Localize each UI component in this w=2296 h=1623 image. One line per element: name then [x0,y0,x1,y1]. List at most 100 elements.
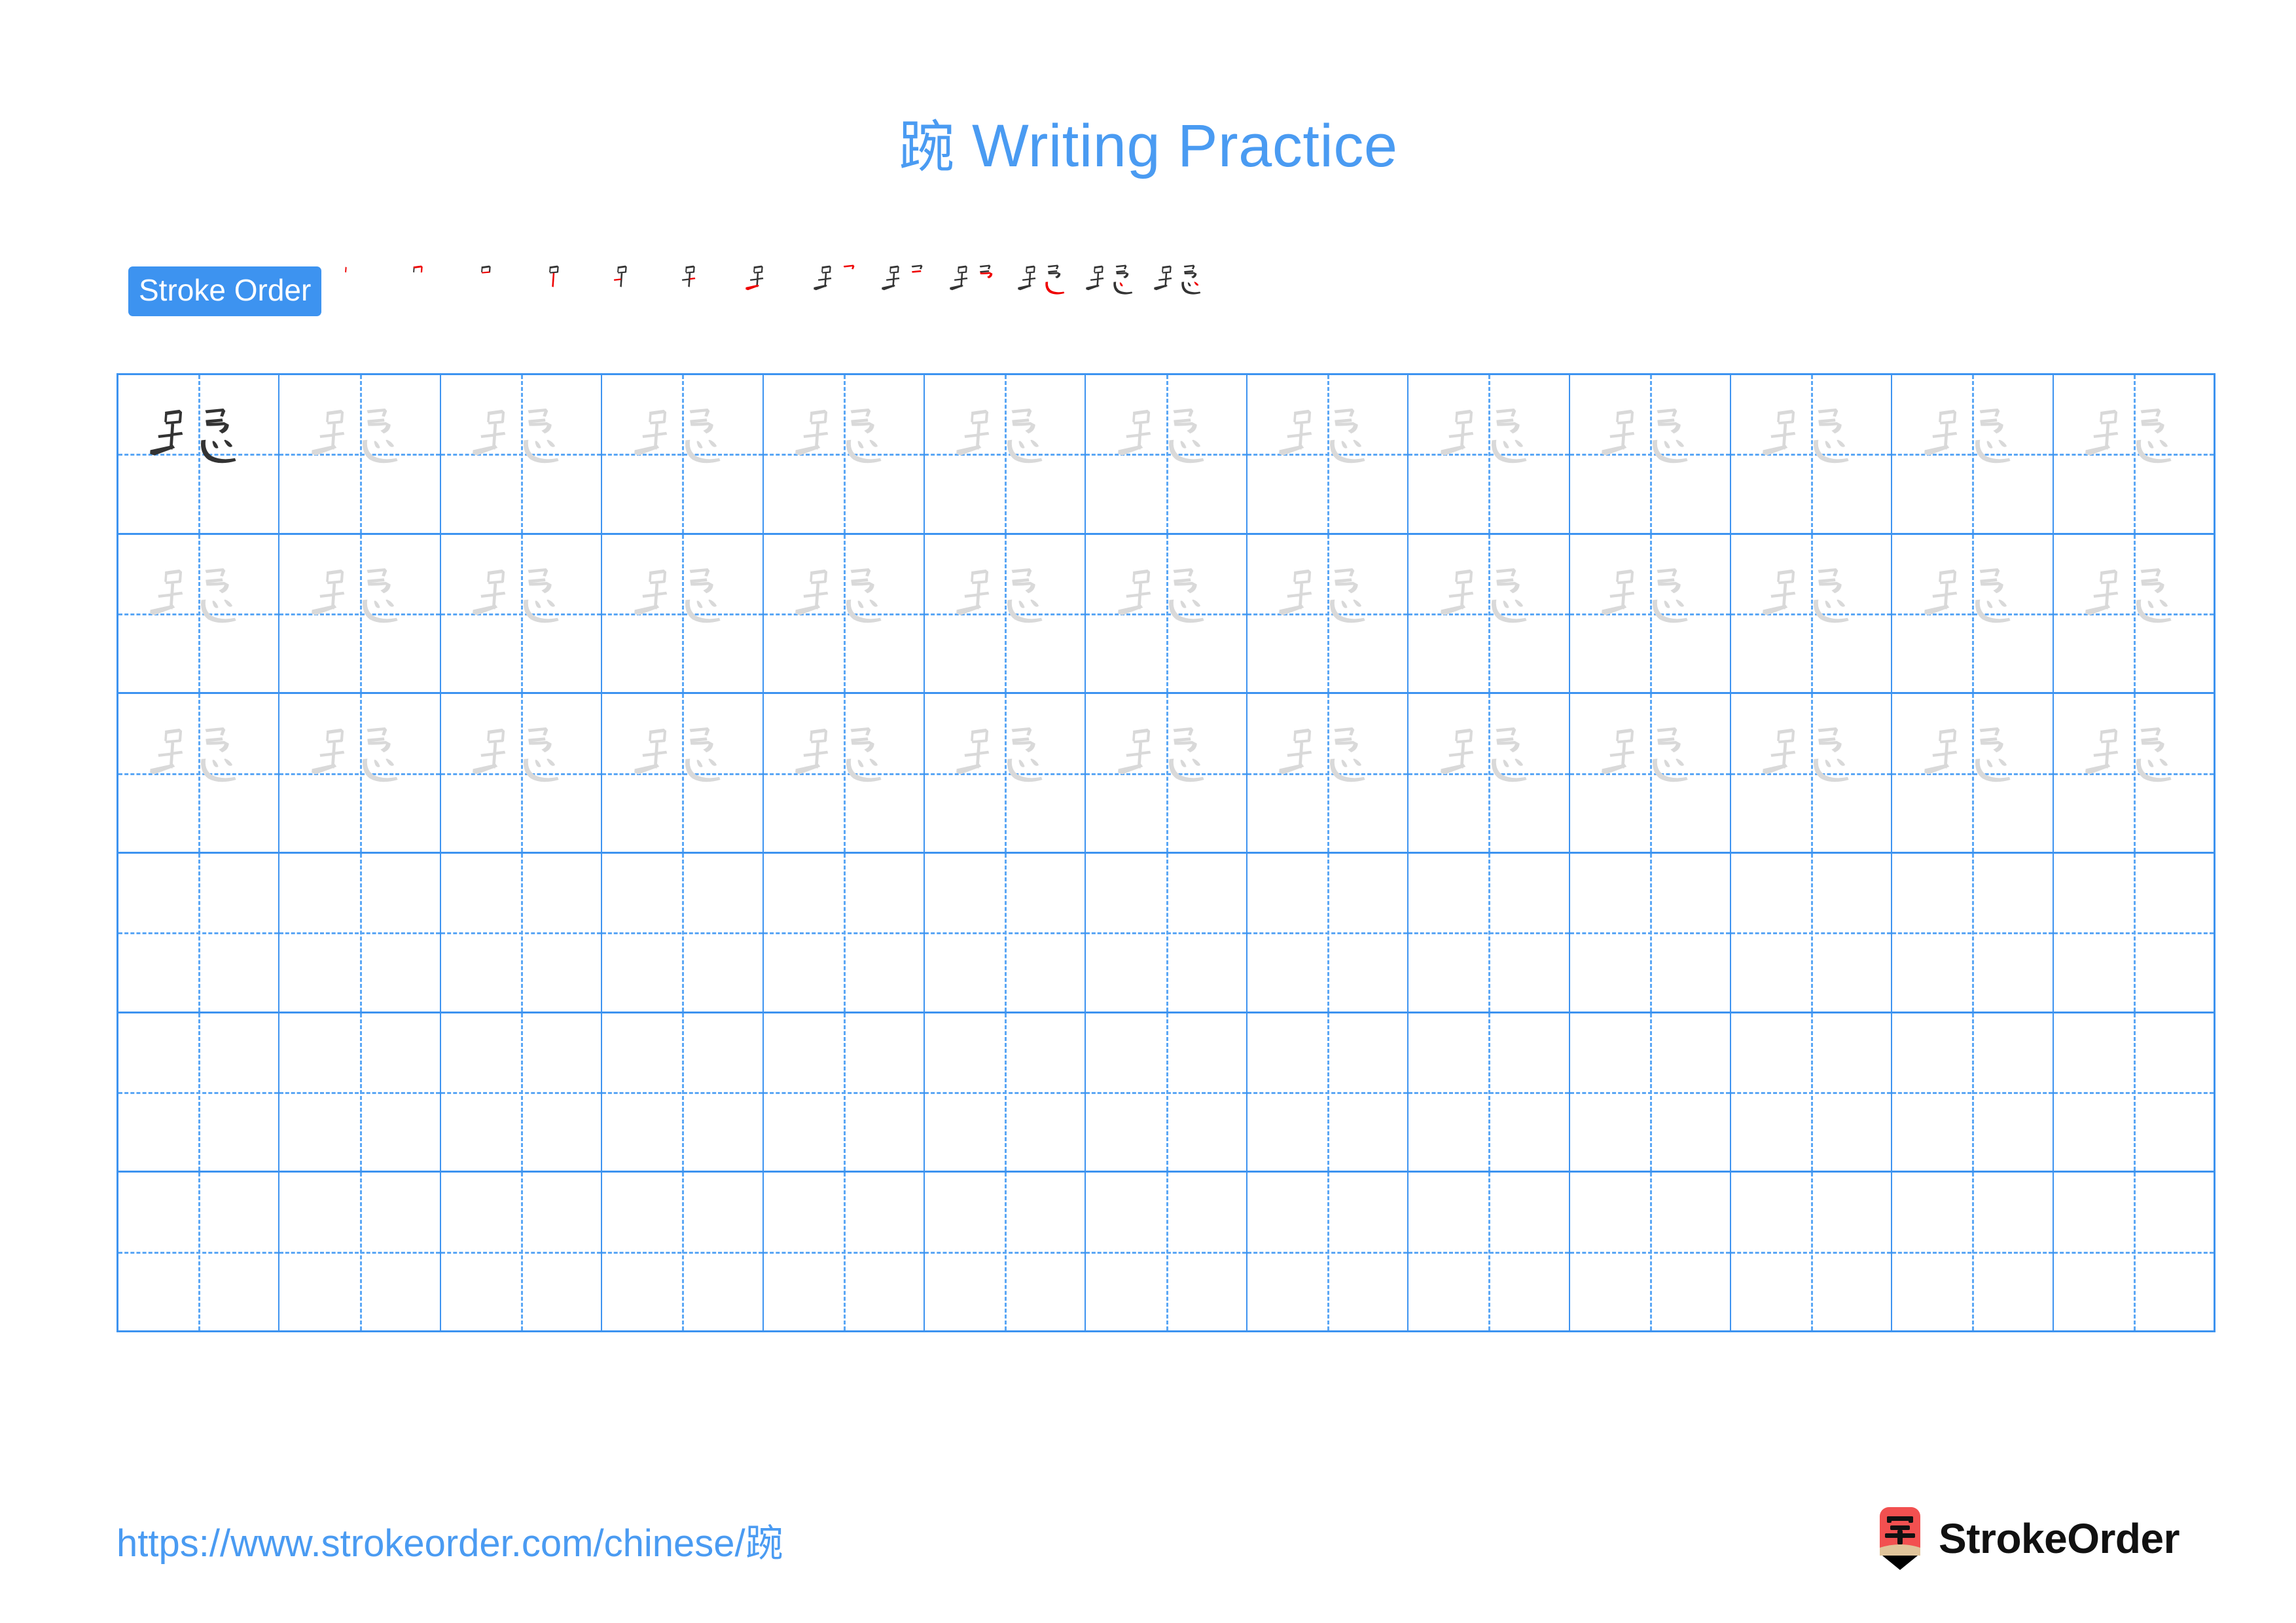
stroke-step-5 [601,255,670,327]
practice-cell[interactable] [118,534,280,693]
practice-cell[interactable] [1731,1013,1893,1171]
trace-character [2054,375,2214,533]
practice-cell[interactable] [763,1013,925,1171]
practice-cell[interactable] [1570,1173,1731,1331]
practice-cell[interactable] [602,375,764,533]
practice-cell[interactable] [279,1173,441,1331]
practice-cell[interactable] [1247,375,1409,533]
practice-cell[interactable] [1408,694,1570,852]
source-url-character: 踠 [745,1521,783,1565]
practice-cell[interactable] [602,1173,764,1331]
practice-cell[interactable] [118,1013,280,1171]
practice-cell[interactable] [118,694,280,852]
practice-cell[interactable] [440,534,603,693]
practice-cell[interactable] [924,1173,1086,1331]
trace-character [1731,694,1891,852]
practice-cell[interactable] [1731,694,1893,852]
practice-cell[interactable] [1892,375,2054,533]
practice-cell[interactable] [924,854,1086,1012]
practice-cell[interactable] [2053,1013,2214,1171]
practice-cell[interactable] [924,1013,1086,1171]
practice-cell[interactable] [763,534,925,693]
practice-cell[interactable] [1731,534,1893,693]
practice-cell[interactable] [602,694,764,852]
practice-cell[interactable] [763,1173,925,1331]
practice-cell[interactable] [2053,854,2214,1012]
practice-cell[interactable] [118,1173,280,1331]
practice-cell[interactable] [440,854,603,1012]
trace-character [602,535,762,693]
practice-cell[interactable] [440,694,603,852]
practice-cell[interactable] [1731,1173,1893,1331]
practice-cell[interactable] [1570,694,1731,852]
stroke-step-11 [1010,255,1078,327]
practice-cell[interactable] [1892,1173,2054,1331]
practice-cell[interactable] [279,375,441,533]
practice-cell[interactable] [1247,854,1409,1012]
practice-cell[interactable] [1892,854,2054,1012]
practice-cell[interactable] [924,375,1086,533]
practice-cell[interactable] [1247,694,1409,852]
trace-character [602,375,762,533]
practice-cell[interactable] [2053,375,2214,533]
practice-cell[interactable] [1247,1173,1409,1331]
stroke-order-steps [329,255,1214,327]
practice-cell[interactable] [602,1013,764,1171]
practice-cell[interactable] [924,534,1086,693]
practice-cell[interactable] [763,694,925,852]
practice-cell[interactable] [279,1013,441,1171]
trace-character [1570,535,1730,693]
practice-cell[interactable] [1570,375,1731,533]
practice-cell[interactable] [1408,534,1570,693]
practice-cell[interactable] [1570,1013,1731,1171]
trace-character [925,375,1085,533]
practice-cell[interactable] [1086,694,1247,852]
stroke-step-2 [397,255,465,327]
practice-cell[interactable] [279,534,441,693]
practice-cell[interactable] [1731,375,1893,533]
practice-cell[interactable] [763,375,925,533]
practice-cell[interactable] [602,854,764,1012]
practice-cell[interactable] [1408,1013,1570,1171]
practice-cell[interactable] [924,694,1086,852]
practice-cell[interactable] [2053,694,2214,852]
practice-cell[interactable] [1570,854,1731,1012]
practice-cell[interactable] [763,854,925,1012]
practice-cell[interactable] [1408,854,1570,1012]
page-title-character: 踠 [898,115,955,180]
practice-cell[interactable] [1408,375,1570,533]
practice-cell[interactable] [1892,694,2054,852]
practice-cell[interactable] [2053,1173,2214,1330]
practice-cell[interactable] [2053,534,2214,693]
practice-cell[interactable] [279,694,441,852]
practice-cell[interactable] [1408,1173,1570,1331]
practice-cell[interactable] [1570,534,1731,693]
trace-character [925,535,1085,693]
practice-cell[interactable] [1086,1173,1247,1331]
practice-cell[interactable] [1247,534,1409,693]
practice-cell[interactable] [1086,534,1247,693]
source-url[interactable]: https://www.strokeorder.com/chinese/踠 [117,1520,783,1567]
trace-character [1570,375,1730,533]
practice-cell[interactable] [602,534,764,693]
trace-character [1731,535,1891,693]
practice-cell[interactable] [440,1013,603,1171]
practice-cell[interactable] [1086,1013,1247,1171]
page-title-suffix: Writing Practice [954,113,1398,179]
trace-character [1408,694,1568,852]
trace-character [1892,535,2052,693]
practice-cell[interactable] [118,854,280,1012]
practice-cell[interactable] [118,375,280,533]
practice-cell[interactable] [1247,1013,1409,1171]
practice-cell[interactable] [440,1173,603,1331]
practice-cell[interactable] [1086,375,1247,533]
practice-cell[interactable] [1086,854,1247,1012]
practice-cell[interactable] [1892,1013,2054,1171]
practice-cell[interactable] [1731,854,1893,1012]
practice-cell[interactable] [440,375,603,533]
practice-cell[interactable] [1892,534,2054,693]
trace-character [441,375,601,533]
trace-character [602,694,762,852]
practice-cell[interactable] [279,854,441,1012]
source-url-prefix: https://www.strokeorder.com/chinese/ [117,1522,745,1565]
